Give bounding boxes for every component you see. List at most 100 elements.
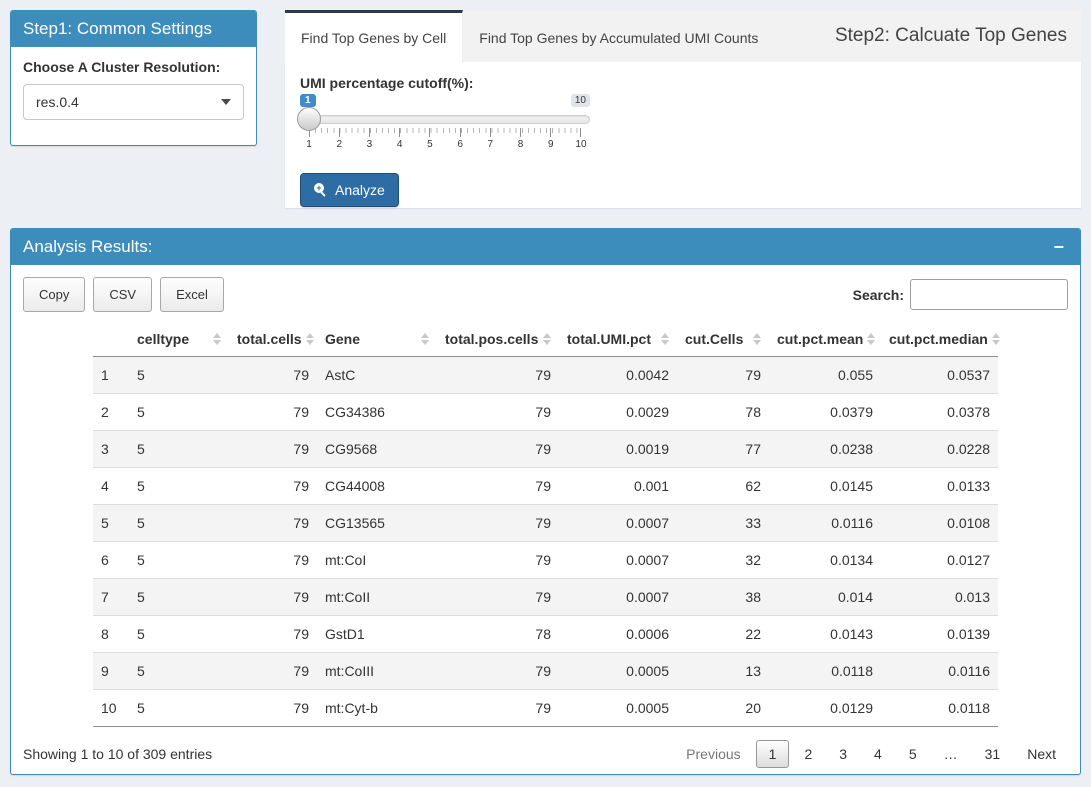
table-info: Showing 1 to 10 of 309 entries [23, 746, 212, 762]
cut-pct-median-cell: 0.0108 [881, 505, 998, 542]
row-index-cell: 6 [93, 542, 129, 579]
total-pos-cells-cell: 79 [437, 542, 559, 579]
row-index-cell: 8 [93, 616, 129, 653]
page-button[interactable]: 3 [827, 741, 859, 767]
column-header-total-cells[interactable]: total.cells [229, 322, 317, 357]
pagination: Previous 1 2345…31 Next [671, 740, 1068, 768]
gene-cell: mt:Cyt-b [317, 690, 437, 727]
gene-cell: mt:CoII [317, 579, 437, 616]
cluster-resolution-label: Choose A Cluster Resolution: [23, 59, 244, 75]
cut-pct-median-cell: 0.0127 [881, 542, 998, 579]
column-header-cut-cells[interactable]: cut.Cells [677, 322, 769, 357]
collapse-minus-icon[interactable]: − [1049, 238, 1068, 256]
table-footer: Showing 1 to 10 of 309 entries Previous … [23, 740, 1068, 768]
gene-cell: mt:CoIII [317, 653, 437, 690]
sort-icon [867, 333, 875, 345]
page-button[interactable]: 2 [792, 741, 824, 767]
total-umi-pct-cell: 0.0019 [559, 431, 677, 468]
cut-pct-median-cell: 0.0537 [881, 357, 998, 394]
search-input[interactable] [910, 279, 1068, 310]
table-toolbar: Copy CSV Excel Search: [23, 277, 1068, 312]
slider-track[interactable] [300, 115, 590, 124]
tab-find-top-genes-by-umi[interactable]: Find Top Genes by Accumulated UMI Counts [463, 10, 774, 62]
slider-handle[interactable] [297, 107, 321, 131]
total-cells-cell: 79 [229, 431, 317, 468]
results-body: Copy CSV Excel Search: celltype t [11, 265, 1080, 780]
celltype-cell: 5 [129, 505, 229, 542]
row-index-cell: 1 [93, 357, 129, 394]
tab-strip: Find Top Genes by Cell Find Top Genes by… [285, 10, 1081, 62]
celltype-cell: 5 [129, 431, 229, 468]
table-header-row: celltype total.cells Gene total.pos.cell… [93, 322, 998, 357]
cut-pct-median-cell: 0.0139 [881, 616, 998, 653]
celltype-cell: 5 [129, 690, 229, 727]
table-row: 9 5 79 mt:CoIII 79 0.0005 13 0.0118 0.01… [93, 653, 998, 690]
tab-content: UMI percentage cutoff(%): 1 10 123456789… [285, 62, 1081, 208]
umi-cutoff-slider: 1 10 12345678910 [300, 94, 590, 158]
page-button[interactable]: 4 [862, 741, 894, 767]
cut-cells-cell: 78 [677, 394, 769, 431]
column-header-cut-pct-mean[interactable]: cut.pct.mean [769, 322, 881, 357]
sort-icon [661, 333, 669, 345]
total-umi-pct-cell: 0.0007 [559, 579, 677, 616]
search-wrap: Search: [853, 279, 1068, 310]
table-row: 1 5 79 AstC 79 0.0042 79 0.055 0.0537 [93, 357, 998, 394]
page-button[interactable]: 5 [897, 741, 929, 767]
table-row: 10 5 79 mt:Cyt-b 79 0.0005 20 0.0129 0.0… [93, 690, 998, 727]
cut-pct-mean-cell: 0.0134 [769, 542, 881, 579]
previous-button[interactable]: Previous [674, 741, 752, 767]
cut-cells-cell: 33 [677, 505, 769, 542]
cut-cells-cell: 77 [677, 431, 769, 468]
sort-icon [992, 333, 1000, 345]
celltype-cell: 5 [129, 468, 229, 505]
table-row: 3 5 79 CG9568 79 0.0019 77 0.0238 0.0228 [93, 431, 998, 468]
analyze-button[interactable]: Analyze [300, 173, 399, 207]
page-button[interactable]: … [932, 741, 970, 767]
page-button[interactable]: 31 [973, 741, 1013, 767]
column-header-total-pos-cells[interactable]: total.pos.cells [437, 322, 559, 357]
step1-common-settings-box: Step1: Common Settings Choose A Cluster … [10, 10, 257, 146]
column-header-total-umi-pct[interactable]: total.UMI.pct [559, 322, 677, 357]
total-pos-cells-cell: 79 [437, 394, 559, 431]
cut-pct-mean-cell: 0.014 [769, 579, 881, 616]
total-pos-cells-cell: 79 [437, 690, 559, 727]
column-header-gene[interactable]: Gene [317, 322, 437, 357]
slider-value-badge: 1 [300, 94, 316, 107]
cut-cells-cell: 79 [677, 357, 769, 394]
copy-button[interactable]: Copy [23, 277, 85, 312]
row-index-cell: 4 [93, 468, 129, 505]
excel-button[interactable]: Excel [160, 277, 224, 312]
csv-button[interactable]: CSV [93, 277, 152, 312]
column-header-cut-pct-median[interactable]: cut.pct.median [881, 322, 998, 357]
step2-tab-box: Find Top Genes by Cell Find Top Genes by… [285, 10, 1081, 208]
cut-pct-median-cell: 0.0378 [881, 394, 998, 431]
row-index-cell: 2 [93, 394, 129, 431]
next-button[interactable]: Next [1015, 741, 1068, 767]
total-cells-cell: 79 [229, 653, 317, 690]
total-cells-cell: 79 [229, 505, 317, 542]
page-button-current[interactable]: 1 [756, 740, 790, 768]
total-cells-cell: 79 [229, 468, 317, 505]
cut-cells-cell: 22 [677, 616, 769, 653]
cluster-resolution-value: res.0.4 [36, 94, 79, 110]
total-pos-cells-cell: 79 [437, 505, 559, 542]
results-header: Analysis Results: − [11, 229, 1080, 265]
total-umi-pct-cell: 0.0005 [559, 653, 677, 690]
results-table: celltype total.cells Gene total.pos.cell… [93, 322, 998, 727]
tab-label: Find Top Genes by Accumulated UMI Counts [479, 30, 758, 46]
total-pos-cells-cell: 79 [437, 357, 559, 394]
row-index-cell: 7 [93, 579, 129, 616]
sort-icon [213, 333, 221, 345]
table-row: 2 5 79 CG34386 79 0.0029 78 0.0379 0.037… [93, 394, 998, 431]
step1-title: Step1: Common Settings [23, 19, 212, 39]
column-header-celltype[interactable]: celltype [129, 322, 229, 357]
cut-pct-mean-cell: 0.055 [769, 357, 881, 394]
cluster-resolution-select[interactable]: res.0.4 [23, 84, 244, 120]
gene-cell: mt:CoI [317, 542, 437, 579]
gene-cell: CG34386 [317, 394, 437, 431]
step1-header: Step1: Common Settings [11, 11, 256, 47]
row-index-cell: 10 [93, 690, 129, 727]
cut-cells-cell: 38 [677, 579, 769, 616]
sort-icon [543, 333, 551, 345]
tab-find-top-genes-by-cell[interactable]: Find Top Genes by Cell [285, 10, 463, 62]
